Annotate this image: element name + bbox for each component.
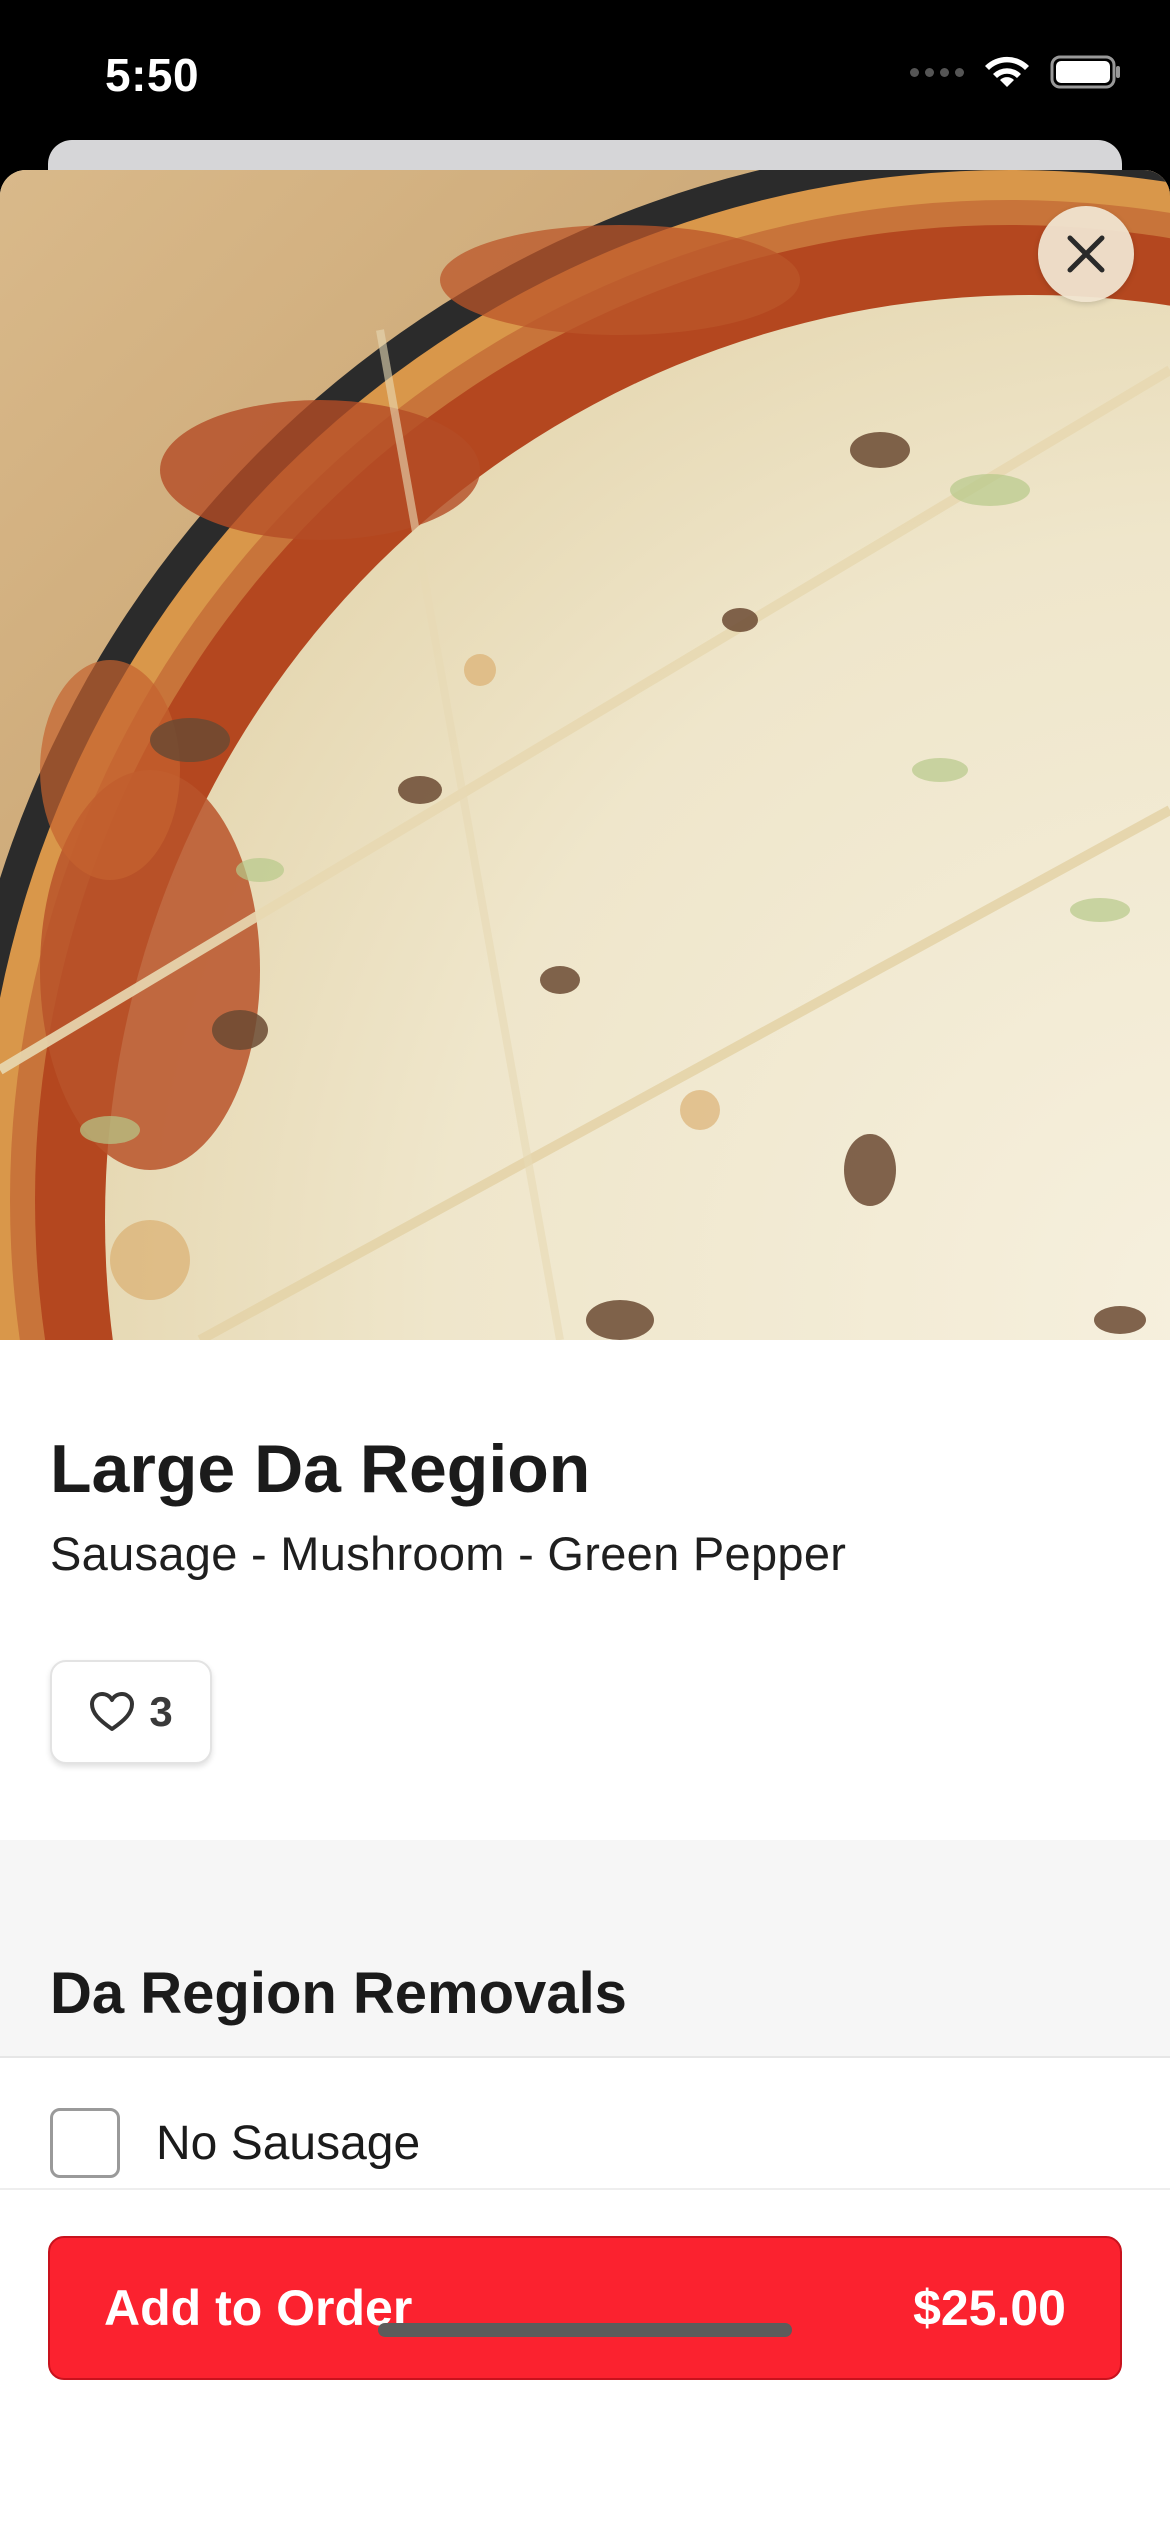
- section-header: Da Region Removals: [0, 1840, 1170, 2058]
- wifi-icon: [982, 53, 1032, 91]
- cellular-signal-icon: [910, 67, 964, 77]
- like-button[interactable]: 3: [50, 1660, 212, 1764]
- option-row[interactable]: No Sausage: [0, 2058, 1170, 2188]
- item-description: Sausage - Mushroom - Green Pepper: [50, 1527, 847, 1580]
- item-detail-sheet: Large Da Region Sausage - Mushroom - Gre…: [0, 170, 1170, 2532]
- option-checkbox[interactable]: [50, 2108, 120, 2178]
- home-indicator[interactable]: [378, 2323, 792, 2337]
- status-time: 5:50: [105, 49, 200, 101]
- battery-icon: [1050, 54, 1122, 90]
- add-to-order-price: $25.00: [913, 2280, 1066, 2336]
- option-label: No Sausage: [156, 2117, 421, 2170]
- item-title: Large Da Region: [50, 1431, 591, 1507]
- add-to-order-button[interactable]: Add to Order $25.00: [48, 2236, 1122, 2380]
- status-icons: [910, 52, 1122, 92]
- heart-icon: [90, 1692, 135, 1731]
- close-button[interactable]: [1038, 206, 1134, 302]
- status-bar: 5:50: [0, 0, 1170, 140]
- like-count: 3: [149, 1688, 173, 1735]
- add-to-order-label: Add to Order: [104, 2280, 413, 2336]
- bottom-bar: Add to Order $25.00: [0, 2188, 1170, 2532]
- item-photo: [0, 170, 1170, 1340]
- close-icon: [1067, 235, 1105, 273]
- section-title: Da Region Removals: [50, 1961, 627, 2026]
